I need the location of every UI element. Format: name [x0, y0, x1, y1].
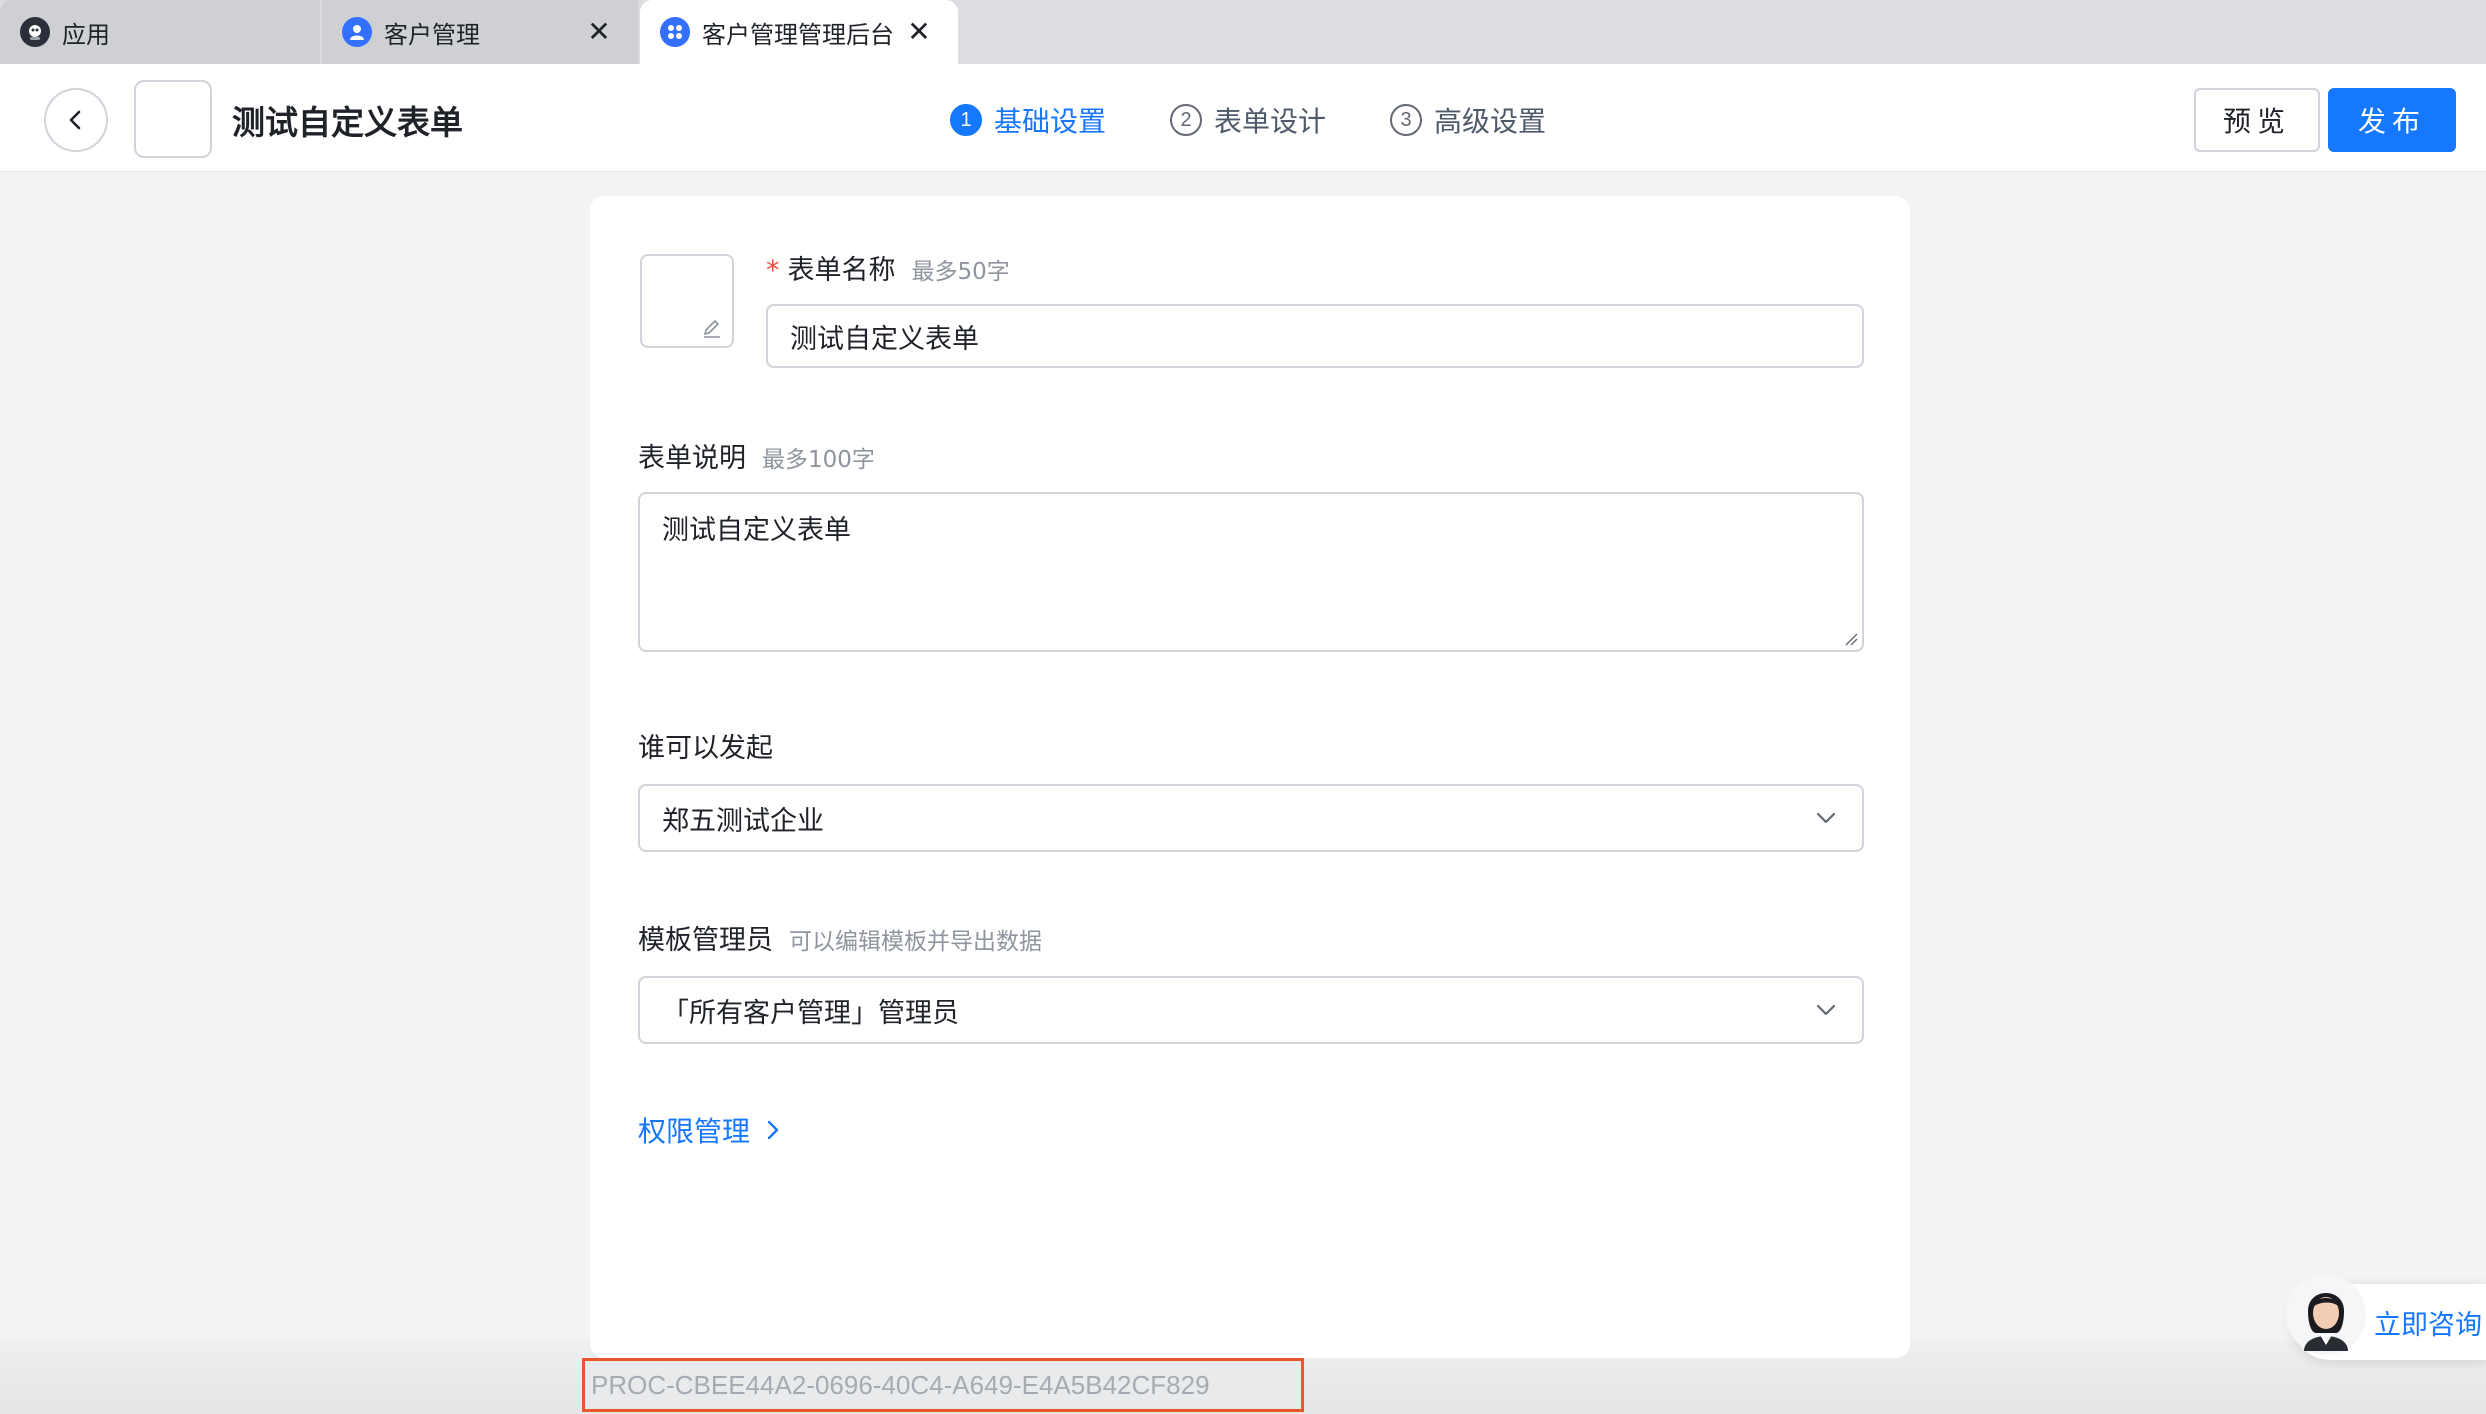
process-id: PROC-CBEE44A2-0696-40C4-A649-E4A5B42CF82… [582, 1358, 1304, 1412]
edit-pencil-icon [704, 320, 720, 338]
tab-customer-management[interactable]: 客户管理 ✕ [322, 0, 638, 64]
step-label: 基础设置 [994, 105, 1107, 138]
preview-button[interactable]: 预览 [2194, 88, 2320, 152]
form-desc-label-text: 表单说明 [638, 443, 746, 474]
permission-link-label: 权限管理 [638, 1115, 751, 1148]
chevron-down-icon [1816, 812, 1836, 824]
tab-label: 客户管理 [384, 20, 480, 49]
tab-admin-console[interactable]: 客户管理管理后台 ✕ [640, 0, 958, 64]
form-desc-label: 表单说明 最多100字 [638, 436, 875, 475]
chevron-down-icon [1816, 1004, 1836, 1016]
admin-hint: 可以编辑模板并导出数据 [789, 929, 1042, 955]
resize-handle-icon[interactable] [1842, 630, 1858, 646]
step-label: 表单设计 [1214, 105, 1327, 138]
browser-tab-bar: 应用 客户管理 ✕ 客户管理管理后台 ✕ [0, 0, 2486, 64]
close-icon[interactable]: ✕ [902, 15, 936, 49]
form-icon-uploader[interactable] [640, 254, 734, 348]
step-navigator: 1 基础设置 2 表单设计 3 高级设置 [950, 100, 1610, 140]
form-desc-textarea[interactable]: 测试自定义表单 [638, 492, 1864, 652]
form-name-input[interactable]: 测试自定义表单 [766, 304, 1864, 368]
admin-value: 「所有客户管理」管理员 [662, 997, 959, 1029]
tab-apps[interactable]: 应用 [0, 0, 320, 64]
step-number: 1 [950, 104, 982, 136]
initiator-label: 谁可以发起 [638, 726, 773, 765]
publish-button[interactable]: 发布 [2328, 88, 2456, 152]
consult-widget[interactable]: 立即咨询 [2286, 1275, 2486, 1360]
form-desc-hint: 最多100字 [762, 447, 875, 473]
permission-management-link[interactable]: 权限管理 [638, 1110, 788, 1150]
user-icon [342, 17, 372, 47]
chevron-right-icon [767, 1120, 779, 1140]
step-number: 3 [1390, 104, 1423, 136]
back-button[interactable] [44, 88, 108, 152]
page-title: 测试自定义表单 [232, 103, 463, 142]
step-number: 2 [1170, 104, 1203, 136]
initiator-value: 郑五测试企业 [662, 805, 824, 837]
grid-apps-icon [660, 17, 690, 47]
admin-select[interactable]: 「所有客户管理」管理员 [638, 976, 1864, 1044]
initiator-select[interactable]: 郑五测试企业 [638, 784, 1864, 852]
form-desc-value: 测试自定义表单 [662, 515, 851, 546]
form-name-label-text: 表单名称 [787, 255, 896, 286]
consult-label: 立即咨询 [2374, 1309, 2482, 1341]
customer-service-avatar [2286, 1275, 2366, 1355]
editor-header: 测试自定义表单 1 基础设置 2 表单设计 3 高级设置 预览 发布 [0, 64, 2486, 172]
app-logo-icon [20, 17, 50, 47]
form-name-hint: 最多50字 [911, 259, 1010, 285]
tab-label: 客户管理管理后台 [702, 20, 894, 49]
step-advanced-settings[interactable]: 3 高级设置 [1390, 100, 1546, 140]
step-label: 高级设置 [1434, 105, 1547, 138]
chevron-left-icon [69, 110, 81, 130]
admin-label-text: 模板管理员 [638, 925, 773, 956]
tab-label: 应用 [62, 20, 110, 49]
required-mark: * [766, 255, 780, 286]
form-icon[interactable] [134, 80, 212, 158]
basic-settings-card: * 表单名称 最多50字 测试自定义表单 表单说明 最多100字 测试自定义表单 谁可… [590, 196, 1910, 1358]
initiator-label-text: 谁可以发起 [638, 733, 773, 764]
admin-label: 模板管理员 可以编辑模板并导出数据 [638, 918, 1042, 957]
step-basic-settings[interactable]: 1 基础设置 [950, 100, 1106, 140]
form-name-label: * 表单名称 最多50字 [766, 248, 1010, 287]
step-form-design[interactable]: 2 表单设计 [1170, 100, 1326, 140]
close-icon[interactable]: ✕ [582, 15, 616, 49]
